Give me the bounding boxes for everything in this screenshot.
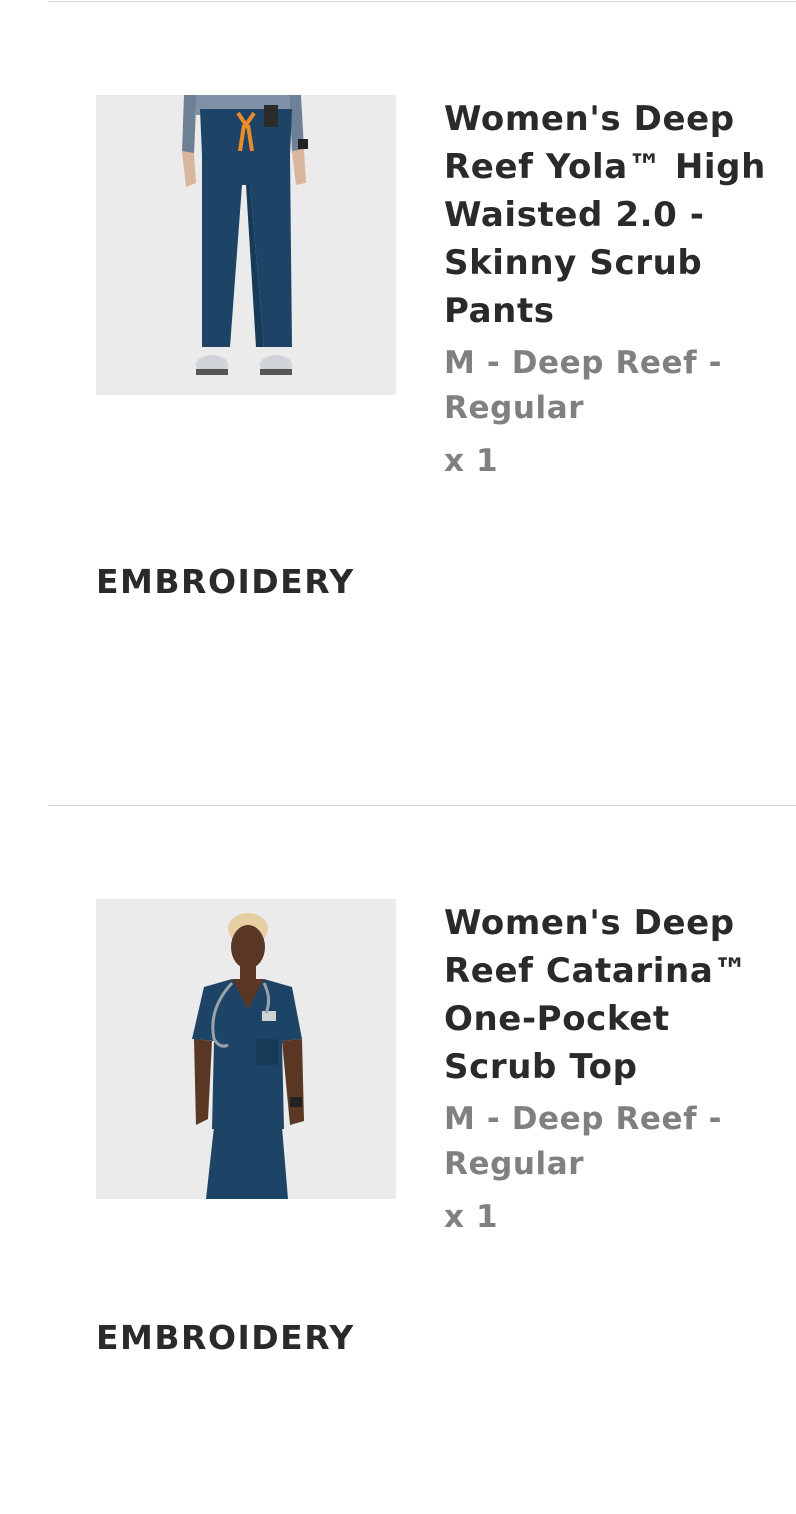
embroidery-label: EMBROIDERY: [96, 1318, 355, 1357]
product-info: Women's Deep Reef Yola™ High Waisted 2.0…: [444, 95, 784, 484]
product-quantity: x 1: [444, 443, 499, 479]
product-variant: M - Deep Reef - Regular: [444, 1101, 723, 1182]
product-title[interactable]: Women's Deep Reef Catarina™ One-Pocket S…: [444, 899, 784, 1091]
product-image-top[interactable]: [96, 899, 396, 1199]
product-image-pants[interactable]: [96, 95, 396, 395]
product-title[interactable]: Women's Deep Reef Yola™ High Waisted 2.0…: [444, 95, 784, 335]
cart-divider: [48, 805, 796, 806]
product-quantity: x 1: [444, 1199, 499, 1235]
cart-divider: [48, 1, 796, 2]
product-variant: M - Deep Reef - Regular: [444, 345, 723, 426]
product-info: Women's Deep Reef Catarina™ One-Pocket S…: [444, 899, 784, 1240]
embroidery-label: EMBROIDERY: [96, 562, 355, 601]
